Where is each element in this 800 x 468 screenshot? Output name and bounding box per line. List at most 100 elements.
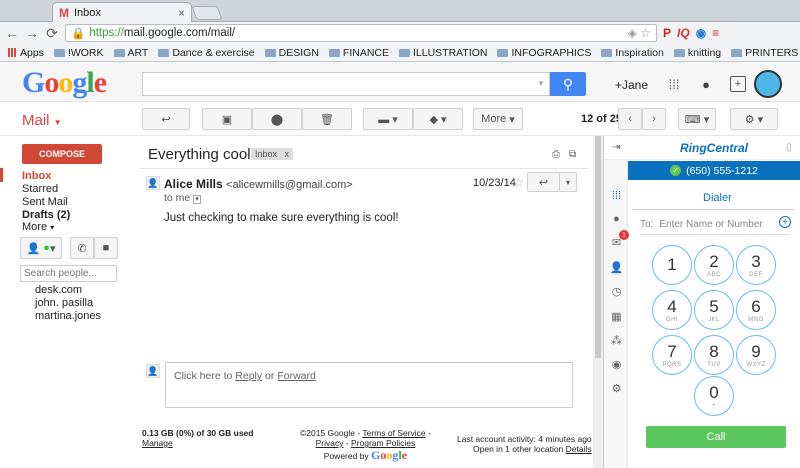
chevron-down-icon[interactable]: ▾ xyxy=(560,173,576,191)
inbox-label-tag[interactable]: Inbox x xyxy=(251,148,294,160)
older-button[interactable]: › xyxy=(642,108,666,130)
tab-close-icon[interactable]: × xyxy=(178,6,185,20)
nav-item-starred[interactable]: Starred xyxy=(22,183,58,195)
back-to-inbox-button[interactable]: ↩ xyxy=(142,108,190,130)
apps-grid-icon[interactable]: ⁞⁞⁞ xyxy=(666,76,682,92)
bookmark-apps[interactable]: Apps xyxy=(5,47,47,59)
forward-arrow-icon[interactable]: → xyxy=(25,25,39,41)
bookmark-folder[interactable]: knitting xyxy=(671,47,724,59)
delete-button[interactable]: 🗑 xyxy=(302,108,352,130)
forward-link[interactable]: Forward xyxy=(277,370,316,382)
share-plus-icon[interactable]: + xyxy=(730,76,746,92)
reply-button[interactable]: ↩ ▾ xyxy=(527,172,577,192)
calendar-icon[interactable]: ▦ xyxy=(610,310,623,323)
to-field[interactable]: To: Enter Name or Number xyxy=(640,219,763,230)
glip-chat-icon[interactable]: ◉ xyxy=(610,358,623,371)
labels-button[interactable]: ◆ ▾ xyxy=(413,108,463,130)
chrome-menu-icon[interactable]: ≡ xyxy=(712,26,719,40)
bookmark-folder[interactable]: FINANCE xyxy=(326,47,392,59)
bookmark-folder[interactable]: ART xyxy=(111,47,152,59)
print-icon[interactable]: ⎙ xyxy=(552,149,560,160)
caller-id-bar[interactable]: ✓ (650) 555-1212 xyxy=(628,161,800,180)
nav-item-more[interactable]: More ▾ xyxy=(22,221,54,233)
reload-icon[interactable]: ⟳ xyxy=(45,25,59,42)
nav-item-inbox[interactable]: Inbox xyxy=(22,170,51,182)
nav-item-drafts[interactable]: Drafts (2) xyxy=(22,209,70,221)
bookmark-folder[interactable]: Inspiration xyxy=(598,47,666,59)
terms-link[interactable]: Terms of Service xyxy=(362,428,425,438)
extension-icon[interactable]: ◉ xyxy=(696,26,706,40)
bookmark-folder[interactable]: DESIGN xyxy=(262,47,322,59)
call-history-icon[interactable]: ◷ xyxy=(610,285,623,298)
reply-link[interactable]: Reply xyxy=(235,370,262,382)
message-sender[interactable]: Alice Mills <alicewmills@gmail.com> xyxy=(164,177,353,191)
collapse-panel-icon[interactable]: ⇥ xyxy=(612,142,620,153)
contact-item[interactable]: desk.com xyxy=(35,284,82,296)
policies-link[interactable]: Program Policies xyxy=(351,438,415,448)
more-actions-button[interactable]: More ▾ xyxy=(473,108,523,130)
dialpad-icon[interactable]: ⁞⁞⁞ xyxy=(610,189,623,202)
video-call-button[interactable]: ■ xyxy=(94,237,118,259)
dial-key-9[interactable]: 9 WXYZ xyxy=(736,335,776,375)
move-to-button[interactable]: ▬ ▾ xyxy=(363,108,413,130)
manage-link[interactable]: Manage xyxy=(142,438,173,448)
contacts-icon[interactable]: 👤 xyxy=(610,261,624,274)
new-tab-button[interactable] xyxy=(191,6,223,20)
reply-arrow-icon[interactable]: ↩ xyxy=(528,173,560,191)
browser-tab-inbox[interactable]: M Inbox × xyxy=(52,2,192,22)
gear-icon[interactable]: ⚙ xyxy=(610,382,623,395)
details-link[interactable]: Details xyxy=(566,444,592,454)
report-spam-button[interactable]: ⬤ xyxy=(252,108,302,130)
pinterest-extension-icon[interactable]: P xyxy=(663,26,671,40)
bookmark-folder[interactable]: !WORK xyxy=(51,47,107,59)
notifications-bell-icon[interactable]: ● xyxy=(698,76,714,92)
recipient-details[interactable]: to me ▾ xyxy=(164,192,201,204)
dial-key-2[interactable]: 2 ABC xyxy=(694,245,734,285)
dial-key-0[interactable]: 0 + xyxy=(694,376,734,416)
remove-label-icon[interactable]: x xyxy=(285,149,290,159)
chat-bubble-icon[interactable]: ● xyxy=(610,212,623,225)
search-people-input[interactable] xyxy=(20,265,117,282)
input-tools-button[interactable]: ⌨ ▾ xyxy=(678,108,716,130)
phone-call-button[interactable]: ✆ xyxy=(70,237,94,259)
user-plus-link[interactable]: +Jane xyxy=(615,78,648,92)
google-logo[interactable]: Google xyxy=(22,66,107,100)
popout-icon[interactable]: ▯ xyxy=(786,142,792,153)
search-options-chevron-icon[interactable]: ▼ xyxy=(537,79,545,88)
dial-key-1[interactable]: 1 xyxy=(652,245,692,285)
bookmark-folder[interactable]: INFOGRAPHICS xyxy=(494,47,594,59)
contact-item[interactable]: john. pasilla xyxy=(35,297,93,309)
bookmark-folder[interactable]: PRINTERS xyxy=(728,47,800,59)
bookmark-star-icon[interactable]: ◈ ☆ xyxy=(628,26,651,40)
dial-key-3[interactable]: 3 DEF xyxy=(736,245,776,285)
dial-key-6[interactable]: 6 MNO xyxy=(736,290,776,330)
nav-item-sent[interactable]: Sent Mail xyxy=(22,196,68,208)
mail-switcher[interactable]: Mail ▼ xyxy=(22,112,62,129)
compose-button[interactable]: COMPOSE xyxy=(22,144,102,164)
privacy-link[interactable]: Privacy xyxy=(316,438,344,448)
back-arrow-icon[interactable]: ← xyxy=(5,25,19,41)
settings-button[interactable]: ⚙ ▾ xyxy=(730,108,778,130)
call-button[interactable]: Call xyxy=(646,426,786,448)
url-bar[interactable]: 🔒 https:// mail.google.com/mail/ ◈ ☆ xyxy=(65,24,657,42)
bookmark-folder[interactable]: ILLUSTRATION xyxy=(396,47,490,59)
star-icon[interactable]: ☆ xyxy=(512,174,525,191)
dial-key-4[interactable]: 4 GHI xyxy=(652,290,692,330)
iq-extension-icon[interactable]: IQ xyxy=(677,26,690,40)
search-button[interactable]: ⚲ xyxy=(550,72,586,96)
newer-button[interactable]: ‹ xyxy=(618,108,642,130)
dial-key-5[interactable]: 5 JKL xyxy=(694,290,734,330)
search-input[interactable]: ▼ xyxy=(142,72,550,96)
reply-box[interactable]: Click here to Reply or Forward xyxy=(165,362,573,408)
add-contact-plus-icon[interactable]: + xyxy=(779,216,791,228)
dial-key-8[interactable]: 8 TUV xyxy=(694,335,734,375)
new-window-icon[interactable]: ⧉ xyxy=(569,149,576,160)
avatar[interactable] xyxy=(754,70,782,98)
bookmark-folder[interactable]: Dance & exercise xyxy=(155,47,257,59)
hangouts-status-button[interactable]: 👤 ● ▾ xyxy=(20,237,62,259)
contact-item[interactable]: martina.jones xyxy=(35,310,101,322)
archive-button[interactable]: ▣ xyxy=(202,108,252,130)
chevron-down-icon[interactable]: ▾ xyxy=(193,195,201,204)
dial-key-7[interactable]: 7 PQRS xyxy=(652,335,692,375)
scrollbar-thumb[interactable] xyxy=(595,136,601,358)
